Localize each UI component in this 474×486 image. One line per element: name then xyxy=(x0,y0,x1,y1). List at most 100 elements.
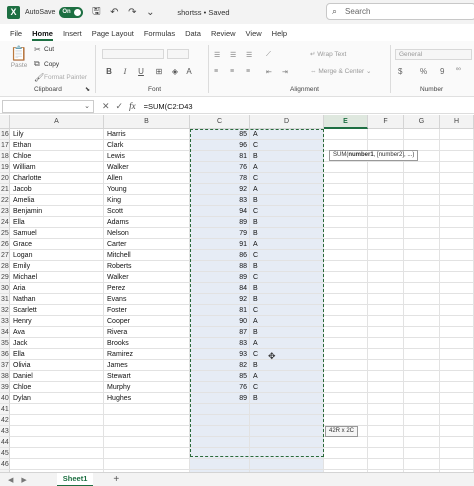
align-top-icon[interactable]: ☰ xyxy=(214,51,221,59)
cell-b[interactable]: Harris xyxy=(104,129,190,140)
column-header-a[interactable]: A xyxy=(10,115,104,129)
cell-h[interactable] xyxy=(440,206,474,217)
cell-g[interactable] xyxy=(404,448,440,459)
row-header[interactable]: 21 xyxy=(0,184,10,195)
cell-a[interactable] xyxy=(10,415,104,426)
cell-h[interactable] xyxy=(440,448,474,459)
paste-button[interactable]: 📋 Paste xyxy=(8,45,30,69)
cell-b[interactable] xyxy=(104,415,190,426)
row-header[interactable]: 46 xyxy=(0,459,10,470)
cell-h[interactable] xyxy=(440,437,474,448)
cell-e[interactable] xyxy=(324,448,368,459)
cell-d[interactable]: C xyxy=(250,305,324,316)
cell-d[interactable]: A xyxy=(250,239,324,250)
cell-a[interactable]: Jacob xyxy=(10,184,104,195)
cell-h[interactable] xyxy=(440,140,474,151)
redo-icon[interactable]: ↷ xyxy=(127,7,137,18)
clipboard-launcher-icon[interactable]: ⬊ xyxy=(85,86,90,93)
cell-a[interactable] xyxy=(10,426,104,437)
italic-button[interactable]: I xyxy=(120,67,130,76)
cell-g[interactable] xyxy=(404,217,440,228)
cell-a[interactable]: Henry xyxy=(10,316,104,327)
cell-h[interactable] xyxy=(440,162,474,173)
document-title[interactable]: shortss • Saved xyxy=(177,8,229,17)
insert-function-icon[interactable]: fx xyxy=(129,101,136,111)
cell-b[interactable]: Lewis xyxy=(104,151,190,162)
cell-e[interactable] xyxy=(324,294,368,305)
add-sheet-button[interactable]: + xyxy=(113,474,119,485)
format-painter-button[interactable]: 🖌 Format Painter xyxy=(34,73,87,82)
fill-color-icon[interactable]: ◈ xyxy=(170,67,180,76)
row-header[interactable]: 22 xyxy=(0,195,10,206)
cell-e[interactable] xyxy=(324,206,368,217)
cell-b[interactable] xyxy=(104,448,190,459)
cut-button[interactable]: ✂ Cut xyxy=(34,45,54,54)
cell-e[interactable] xyxy=(324,283,368,294)
cell-g[interactable] xyxy=(404,393,440,404)
cell-a[interactable]: Ella xyxy=(10,349,104,360)
cell-b[interactable] xyxy=(104,437,190,448)
row-header[interactable]: 39 xyxy=(0,382,10,393)
cell-g[interactable] xyxy=(404,261,440,272)
cell-f[interactable] xyxy=(368,184,404,195)
cell-d[interactable]: B xyxy=(250,360,324,371)
cell-h[interactable] xyxy=(440,239,474,250)
cell-c[interactable]: 81 xyxy=(190,305,250,316)
cell-e[interactable] xyxy=(324,239,368,250)
cell-c[interactable] xyxy=(190,404,250,415)
cell-e[interactable] xyxy=(324,316,368,327)
row-header[interactable]: 34 xyxy=(0,327,10,338)
cell-f[interactable] xyxy=(368,217,404,228)
cell-a[interactable]: Scarlett xyxy=(10,305,104,316)
cell-f[interactable] xyxy=(368,338,404,349)
cell-c[interactable]: 76 xyxy=(190,162,250,173)
menu-view[interactable]: View xyxy=(246,29,262,38)
save-icon[interactable]: 🖫 xyxy=(91,4,101,21)
cell-f[interactable] xyxy=(368,228,404,239)
cell-c[interactable]: 83 xyxy=(190,338,250,349)
cell-e[interactable] xyxy=(324,184,368,195)
align-left-icon[interactable]: ≡ xyxy=(214,68,219,75)
row-header[interactable]: 44 xyxy=(0,437,10,448)
bold-button[interactable]: B xyxy=(104,67,114,76)
cell-h[interactable] xyxy=(440,393,474,404)
cell-d[interactable] xyxy=(250,426,324,437)
cell-c[interactable]: 92 xyxy=(190,184,250,195)
row-header[interactable]: 38 xyxy=(0,371,10,382)
cell-b[interactable]: Scott xyxy=(104,206,190,217)
cell-h[interactable] xyxy=(440,129,474,140)
number-format-select[interactable]: General xyxy=(395,49,472,60)
cell-b[interactable]: Cooper xyxy=(104,316,190,327)
row-header[interactable]: 16 xyxy=(0,129,10,140)
cell-a[interactable]: Michael xyxy=(10,272,104,283)
cell-h[interactable] xyxy=(440,294,474,305)
font-color-icon[interactable]: A xyxy=(184,67,194,76)
cell-g[interactable] xyxy=(404,338,440,349)
cell-g[interactable] xyxy=(404,426,440,437)
cell-e[interactable] xyxy=(324,371,368,382)
cell-e[interactable] xyxy=(324,338,368,349)
wrap-text-button[interactable]: ↵ Wrap Text xyxy=(310,50,346,58)
row-header[interactable]: 26 xyxy=(0,239,10,250)
undo-icon[interactable]: ↶ xyxy=(109,7,119,18)
cell-a[interactable] xyxy=(10,437,104,448)
row-header[interactable]: 19 xyxy=(0,162,10,173)
row-header[interactable]: 31 xyxy=(0,294,10,305)
cell-c[interactable]: 92 xyxy=(190,294,250,305)
cell-b[interactable] xyxy=(104,459,190,470)
autosave-toggle[interactable]: On xyxy=(59,6,84,18)
cell-f[interactable] xyxy=(368,448,404,459)
cell-h[interactable] xyxy=(440,338,474,349)
cell-b[interactable]: Stewart xyxy=(104,371,190,382)
row-header[interactable]: 33 xyxy=(0,316,10,327)
cell-g[interactable] xyxy=(404,129,440,140)
sheet-tab[interactable]: Sheet1 xyxy=(56,472,94,486)
cell-h[interactable] xyxy=(440,382,474,393)
cell-a[interactable]: Amelia xyxy=(10,195,104,206)
cell-e[interactable] xyxy=(324,404,368,415)
align-right-icon[interactable]: ≡ xyxy=(246,68,251,75)
cell-c[interactable]: 89 xyxy=(190,217,250,228)
cell-g[interactable] xyxy=(404,294,440,305)
cell-b[interactable]: Evans xyxy=(104,294,190,305)
cell-b[interactable]: King xyxy=(104,195,190,206)
